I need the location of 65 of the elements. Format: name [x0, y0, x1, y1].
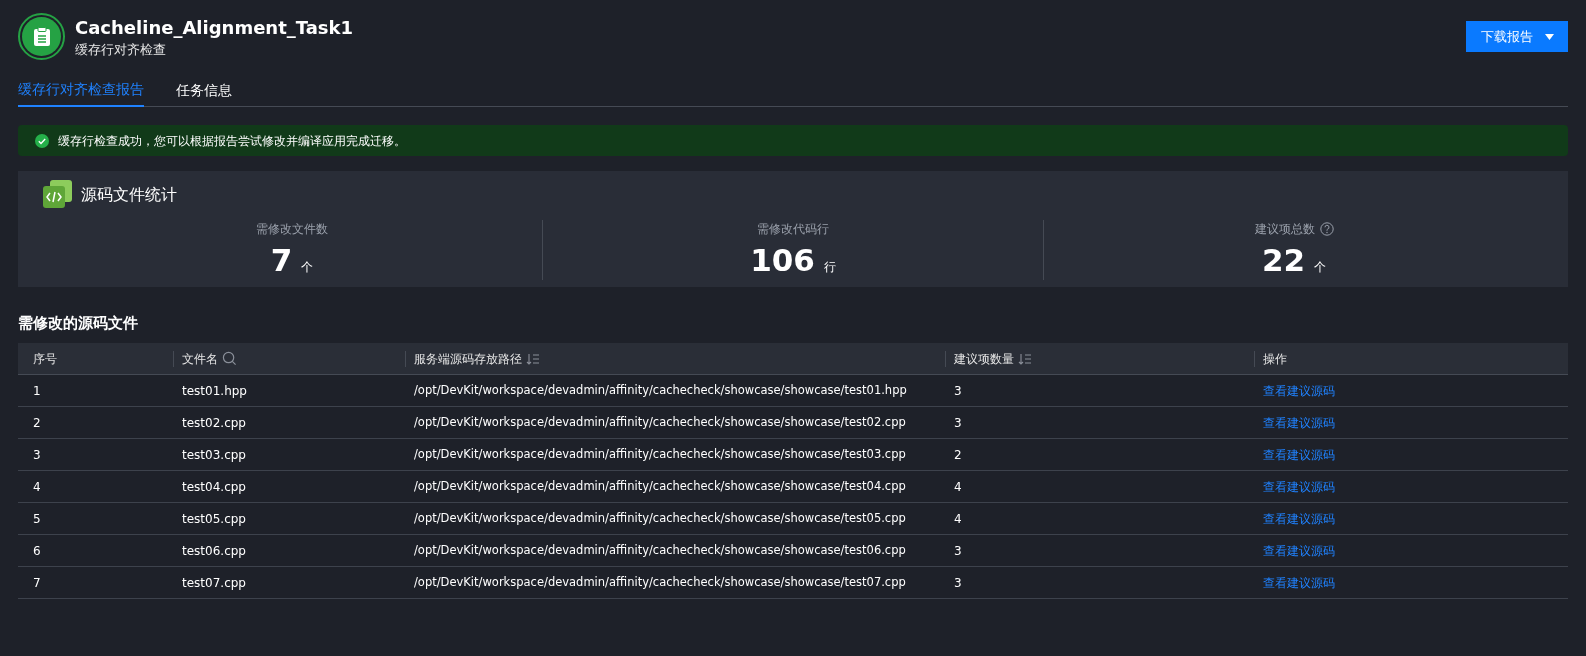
table-cell: test07.cpp [182, 575, 246, 590]
stat-unit: 个 [301, 259, 314, 276]
task-title: Cacheline_Alignment_Task1 [75, 15, 354, 40]
download-report-button[interactable]: 下载报告 [1466, 21, 1568, 52]
view-suggested-source-link[interactable]: 查看建议源码 [1263, 415, 1335, 430]
table-cell: test01.hpp [182, 383, 247, 398]
task-icon [18, 13, 65, 60]
table-cell: /opt/DevKit/workspace/devadmin/affinity/cachecheck/showcase/showcase/test05.cpp [414, 511, 906, 526]
table-cell: 1 [33, 383, 41, 398]
table-cell: /opt/DevKit/workspace/devadmin/affinity/cachecheck/showcase/showcase/test01.hpp [414, 383, 907, 398]
table-cell: test06.cpp [182, 543, 246, 558]
table-cell: /opt/DevKit/workspace/devadmin/affinity/cachecheck/showcase/showcase/test03.cpp [414, 447, 906, 462]
view-suggested-source-link[interactable]: 查看建议源码 [1263, 543, 1335, 558]
check-circle-icon [35, 133, 49, 148]
stat-label: 需修改代码行 [757, 221, 829, 238]
task-subtitle: 缓存行对齐检查 [75, 40, 167, 59]
view-suggested-source-link[interactable]: 查看建议源码 [1263, 511, 1335, 526]
table-title: 需修改的源码文件 [18, 313, 138, 334]
stat-unit: 个 [1314, 259, 1327, 276]
column-header: 文件名 [182, 350, 218, 368]
column-header: 服务端源码存放路径 [414, 350, 522, 368]
column-header: 序号 [33, 350, 57, 368]
sort-icon[interactable] [1018, 352, 1032, 365]
table-cell: test04.cpp [182, 479, 246, 494]
stat-unit: 行 [823, 259, 836, 276]
stat-value: 7 [270, 241, 293, 280]
table-cell: 7 [33, 575, 41, 590]
stat-label: 建议项总数 [1254, 221, 1315, 238]
column-header: 建议项数量 [954, 350, 1014, 368]
table-cell: 2 [954, 447, 962, 462]
table-cell: test05.cpp [182, 511, 246, 526]
view-suggested-source-link[interactable]: 查看建议源码 [1263, 479, 1335, 494]
code-file-icon [42, 179, 73, 210]
column-header: 操作 [1263, 350, 1287, 368]
search-icon[interactable] [222, 351, 237, 366]
table-cell: 3 [33, 447, 41, 462]
table-cell: test03.cpp [182, 447, 246, 462]
tab[interactable]: 缓存行对齐检查报告 [18, 74, 144, 107]
table-cell: /opt/DevKit/workspace/devadmin/affinity/cachecheck/showcase/showcase/test02.cpp [414, 415, 906, 430]
view-suggested-source-link[interactable]: 查看建议源码 [1263, 383, 1335, 398]
table-cell: 4 [33, 479, 41, 494]
stats-title: 源码文件统计 [81, 183, 177, 206]
table-cell: 6 [33, 543, 41, 558]
sort-icon[interactable] [526, 352, 540, 365]
stat-label: 需修改文件数 [256, 221, 328, 238]
table-cell: 3 [954, 543, 962, 558]
table-cell: /opt/DevKit/workspace/devadmin/affinity/cachecheck/showcase/showcase/test07.cpp [414, 575, 906, 590]
table-cell: 4 [954, 511, 962, 526]
table-cell: 5 [33, 511, 41, 526]
table-cell: test02.cpp [182, 415, 246, 430]
table-cell: 3 [954, 575, 962, 590]
alert-message: 缓存行检查成功，您可以根据报告尝试修改并编译应用完成迁移。 [58, 132, 406, 150]
view-suggested-source-link[interactable]: 查看建议源码 [1263, 575, 1335, 590]
table-cell: /opt/DevKit/workspace/devadmin/affinity/cachecheck/showcase/showcase/test04.cpp [414, 479, 906, 494]
view-suggested-source-link[interactable]: 查看建议源码 [1263, 447, 1335, 462]
stat-value: 106 [750, 241, 815, 280]
table-cell: 2 [33, 415, 41, 430]
table-cell: 4 [954, 479, 962, 494]
table-cell: 3 [954, 415, 962, 430]
help-icon[interactable] [1319, 222, 1334, 236]
tab[interactable]: 任务信息 [176, 74, 232, 107]
table-cell: 3 [954, 383, 962, 398]
table-cell: /opt/DevKit/workspace/devadmin/affinity/cachecheck/showcase/showcase/test06.cpp [414, 543, 906, 558]
caret-icon [1544, 33, 1554, 40]
stat-value: 22 [1261, 241, 1306, 280]
